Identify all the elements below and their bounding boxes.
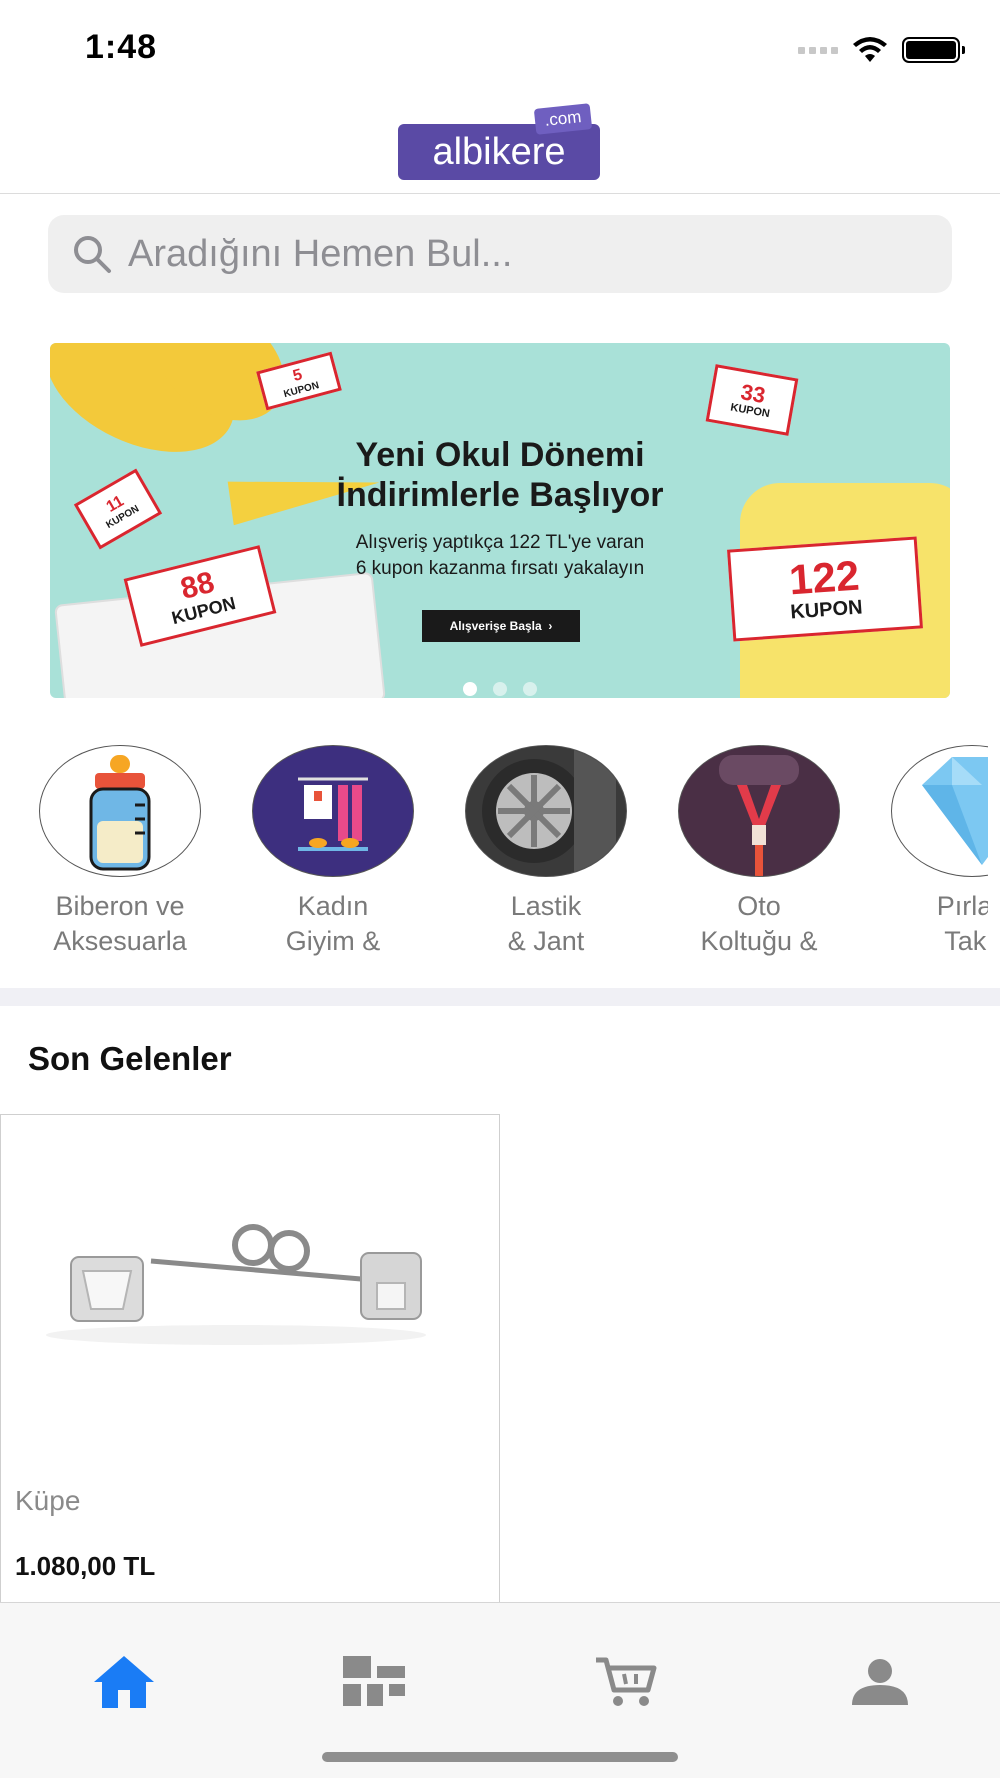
- pagination-dot[interactable]: [523, 682, 537, 696]
- status-time: 1:48: [85, 28, 158, 66]
- banner-subtitle: Alışveriş yaptıkça 122 TL'ye varan 6 kup…: [355, 532, 645, 579]
- promo-banner[interactable]: 5 KUPON 11 KUPON 88 KUPON 33 KUPON 122 K…: [50, 343, 950, 698]
- shop-now-button[interactable]: Alışverişe Başla ›: [422, 610, 580, 642]
- section-title: Son Gelenler: [28, 1040, 232, 1077]
- battery-icon: [902, 37, 965, 63]
- cellular-signal-icon: [798, 46, 838, 54]
- albikere-logo[interactable]: albikere: [398, 124, 600, 180]
- tab-categories[interactable]: [335, 1647, 415, 1717]
- category-item[interactable]: Kadın Giyim &: [233, 745, 433, 959]
- section-divider: [0, 988, 1000, 1006]
- pagination-dot[interactable]: [463, 682, 477, 696]
- category-label: Kadın Giyim &: [285, 891, 381, 956]
- pagination-dot[interactable]: [493, 682, 507, 696]
- product-name: Küpe: [15, 1485, 81, 1516]
- category-label: Oto Koltuğu &: [700, 891, 818, 956]
- baby-bottle-icon: [39, 745, 201, 877]
- clothing-rack-icon: [252, 745, 414, 877]
- tire-icon: [465, 745, 627, 877]
- category-item[interactable]: Lastik & Jant: [446, 745, 646, 959]
- home-indicator[interactable]: [322, 1752, 678, 1762]
- logo-text: albikere: [432, 130, 566, 173]
- category-item[interactable]: Biberon ve Aksesuarla: [20, 745, 220, 959]
- chevron-right-icon: ›: [548, 619, 553, 633]
- cart-icon: [596, 1657, 657, 1706]
- search-bar[interactable]: Aradığını Hemen Bul...: [48, 215, 952, 293]
- banner-pagination: [50, 682, 950, 696]
- home-icon: [94, 1656, 154, 1708]
- category-item[interactable]: PırlanTakıl: [872, 745, 988, 959]
- tab-cart[interactable]: [586, 1647, 666, 1717]
- app-header: albikere .com: [0, 96, 1000, 194]
- status-bar: 1:48: [0, 0, 1000, 96]
- profile-icon: [852, 1659, 908, 1705]
- category-label: PırlanTakıl: [936, 891, 988, 956]
- category-carousel[interactable]: Biberon ve Aksesuarla Kadın Giyim & Last…: [0, 745, 988, 985]
- car-seat-icon: [678, 745, 840, 877]
- status-icons: [798, 36, 965, 64]
- tab-profile[interactable]: [840, 1647, 920, 1717]
- search-placeholder: Aradığını Hemen Bul...: [128, 232, 513, 275]
- categories-icon: [343, 1656, 405, 1706]
- banner-title: Yeni Okul Dönemi İndirimlerle Başlıyor: [336, 436, 664, 514]
- earring-product-image: [46, 1224, 426, 1345]
- product-card[interactable]: Küpe 1.080,00 TL: [0, 1114, 500, 1604]
- category-label: Biberon ve Aksesuarla: [53, 891, 187, 956]
- diamond-icon: [891, 745, 988, 877]
- wifi-icon: [853, 37, 887, 62]
- category-item[interactable]: Oto Koltuğu &: [659, 745, 859, 959]
- tab-home[interactable]: [84, 1647, 164, 1717]
- product-price: 1.080,00 TL: [15, 1551, 156, 1581]
- search-icon: [74, 236, 111, 273]
- coupon-badge: 33 KUPON: [705, 364, 799, 436]
- category-label: Lastik & Jant: [507, 891, 585, 956]
